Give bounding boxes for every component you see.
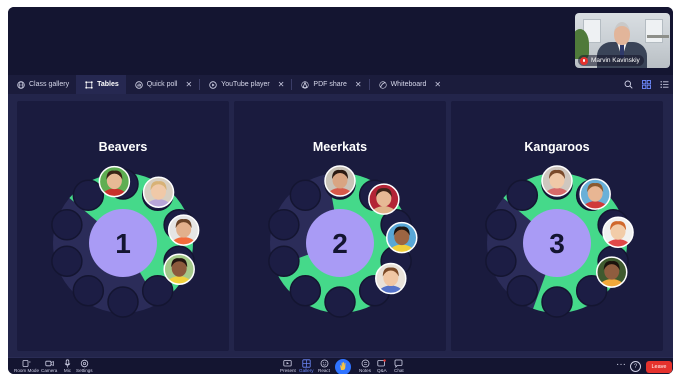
close-icon[interactable]: ✕ [278, 80, 285, 89]
table-seating-graphic[interactable]: 2 [234, 101, 446, 351]
table-panel-kangaroos[interactable]: Kangaroos 3 [451, 101, 663, 351]
gallery-icon [302, 359, 311, 368]
play-icon [209, 80, 217, 89]
empty-seat[interactable] [51, 209, 83, 241]
tables-icon [85, 80, 93, 89]
react-button[interactable]: React [318, 359, 330, 373]
tab-pdf-share[interactable]: PDF share ✕ [292, 75, 368, 94]
table-seating-graphic[interactable]: 1 [17, 101, 229, 351]
mic-button[interactable]: Mic [63, 359, 72, 373]
empty-seat[interactable] [541, 286, 573, 318]
chat-icon [394, 359, 403, 368]
self-nameplate: Marvin Kavinskiy [578, 55, 644, 66]
qa-button[interactable]: Q&A [377, 359, 387, 373]
empty-seat[interactable] [289, 179, 322, 212]
empty-seat[interactable] [485, 245, 517, 277]
presenter-head [614, 22, 630, 45]
leave-button[interactable]: Leave [646, 361, 672, 373]
empty-seat[interactable] [72, 274, 105, 307]
table-number: 3 [549, 228, 565, 259]
poll-icon [135, 80, 143, 89]
chat-button[interactable]: Chat [394, 359, 404, 373]
view-controls [623, 75, 669, 94]
notes-button[interactable]: Notes [359, 359, 371, 373]
room-mode-button[interactable]: Room Mode [14, 359, 39, 373]
empty-seat[interactable] [324, 286, 356, 318]
notes-icon [361, 359, 370, 368]
tab-tables[interactable]: Tables [76, 75, 126, 94]
settings-icon [80, 359, 89, 368]
top-area: Marvin Kavinskiy [8, 7, 673, 75]
bottom-toolbar: Room Mode Camera Mic Settings Present Ga… [8, 357, 673, 374]
mic-muted-icon [580, 56, 588, 65]
present-icon [283, 359, 293, 368]
react-icon [320, 359, 329, 368]
table-panel-meerkats[interactable]: Meerkats 2 [234, 101, 446, 351]
tab-label: PDF share [313, 81, 347, 88]
tab-label: Tables [97, 81, 119, 88]
close-icon[interactable]: ✕ [185, 80, 192, 89]
empty-seat[interactable] [107, 286, 139, 318]
settings-button[interactable]: Settings [76, 359, 93, 373]
pdf-icon [301, 80, 310, 89]
more-options-icon[interactable]: ··· [616, 360, 626, 370]
self-video-tile[interactable]: Marvin Kavinskiy [575, 13, 670, 68]
empty-seat[interactable] [485, 209, 517, 241]
empty-seat[interactable] [506, 274, 539, 307]
tab-class-gallery[interactable]: Class gallery [8, 75, 76, 94]
empty-seat[interactable] [289, 274, 322, 307]
list-view-icon[interactable] [659, 80, 669, 90]
camera-button[interactable]: Camera [41, 359, 57, 373]
close-icon[interactable]: ✕ [434, 80, 441, 89]
table-seating-graphic[interactable]: 3 [451, 101, 663, 351]
table-number: 1 [115, 228, 131, 259]
tab-youtube-player[interactable]: YouTube player ✕ [200, 75, 291, 94]
grid-view-icon[interactable] [641, 80, 651, 90]
whiteboard-icon [378, 80, 387, 89]
globe-icon [17, 80, 25, 89]
background-shelf [647, 35, 669, 38]
help-icon[interactable]: ? [630, 361, 641, 372]
search-icon[interactable] [623, 80, 633, 90]
table-number: 2 [332, 228, 348, 259]
close-icon[interactable]: ✕ [355, 80, 362, 89]
self-name: Marvin Kavinskiy [591, 57, 640, 64]
camera-icon [45, 359, 54, 368]
background-window [645, 19, 663, 43]
tab-quick-poll[interactable]: Quick poll ✕ [126, 75, 199, 94]
qa-icon [377, 359, 387, 368]
tab-label: Quick poll [146, 81, 178, 88]
present-button[interactable]: Present [280, 359, 296, 373]
tab-bar: Class gallery Tables Quick poll ✕ YouTub… [8, 75, 673, 94]
tab-label: YouTube player [221, 81, 270, 88]
app-window: Marvin Kavinskiy Class gallery Tables Qu… [8, 7, 673, 374]
tab-label: Whiteboard [390, 81, 427, 88]
empty-seat[interactable] [268, 245, 300, 277]
empty-seat[interactable] [506, 179, 539, 212]
mic-icon [63, 359, 72, 368]
empty-seat[interactable] [72, 179, 105, 212]
empty-seat[interactable] [51, 245, 83, 277]
gallery-button[interactable]: Gallery [299, 359, 314, 373]
raise-hand-icon [338, 358, 348, 374]
tables-stage: Beavers 1 Meerkats 2 Kangaroos 3 [8, 94, 673, 357]
raise-hand-button[interactable] [335, 359, 351, 374]
tab-label: Class gallery [29, 81, 70, 88]
table-panel-beavers[interactable]: Beavers 1 [17, 101, 229, 351]
tab-whiteboard[interactable]: Whiteboard ✕ [370, 75, 449, 94]
empty-seat[interactable] [268, 209, 300, 241]
room-mode-icon [22, 359, 31, 368]
